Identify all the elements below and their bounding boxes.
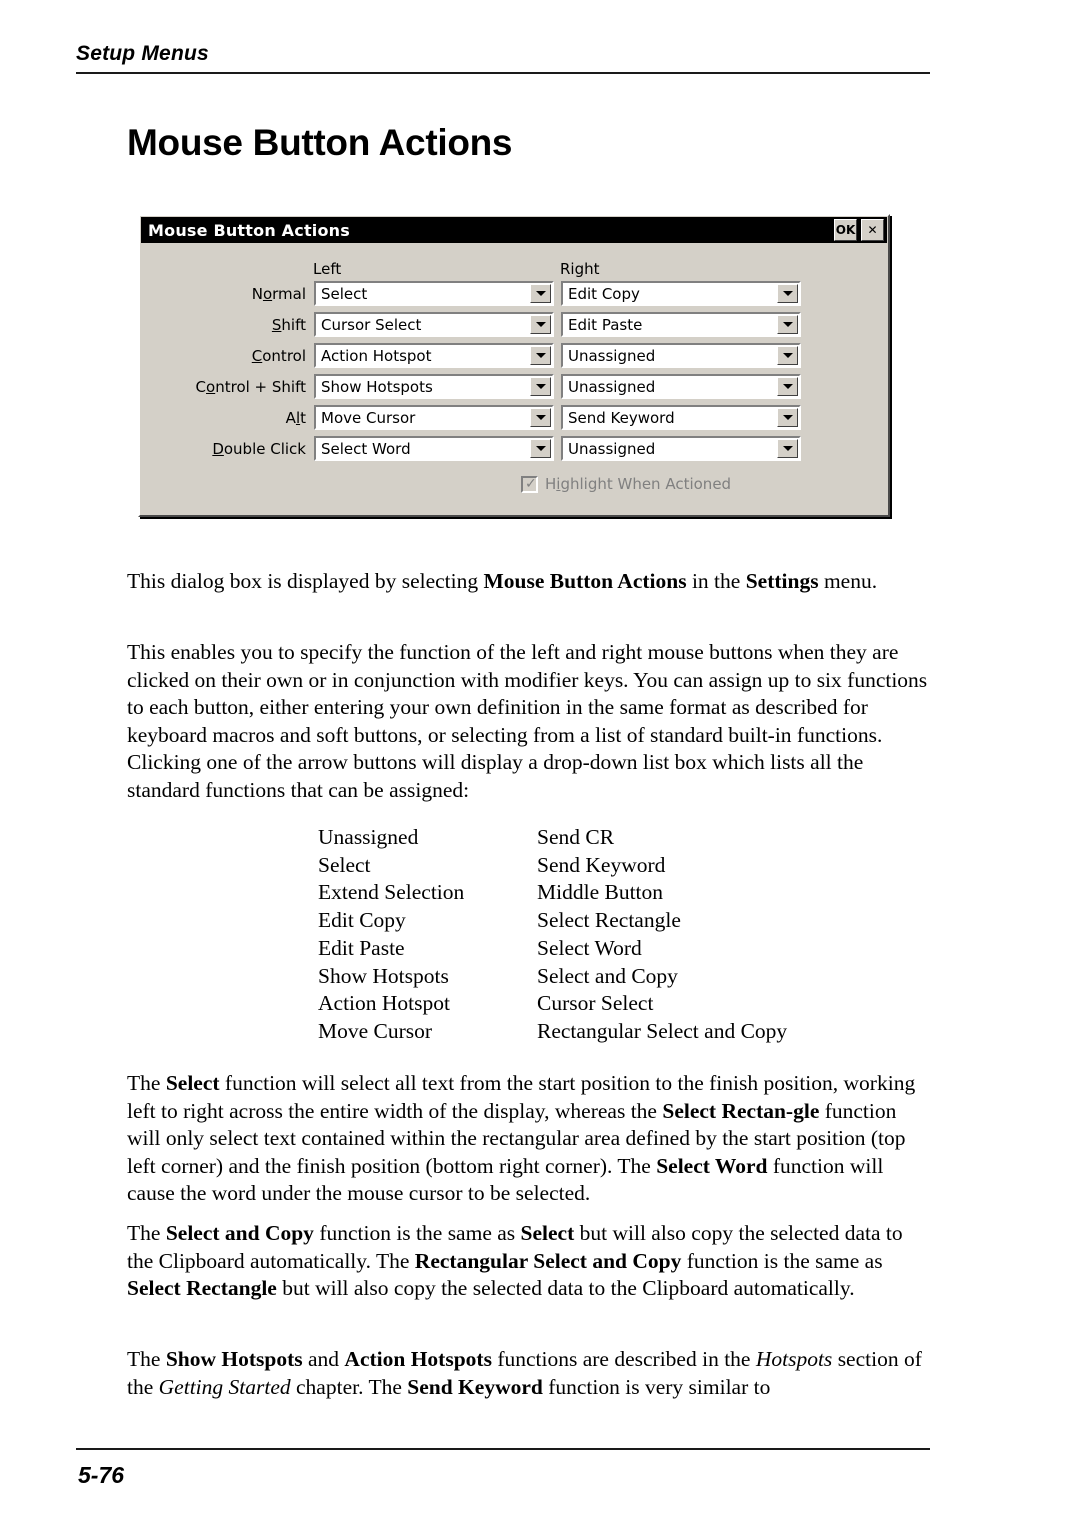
form-row-shift: Shift Cursor Select Edit Paste [158, 312, 870, 337]
highlight-when-actioned-checkbox[interactable]: ✓ [521, 475, 538, 493]
combo-control-right-value: Unassigned [568, 346, 656, 365]
form-row-normal: Normal Select Edit Copy [158, 281, 870, 306]
chevron-down-icon[interactable] [777, 408, 798, 427]
page-number: 5-76 [78, 1462, 125, 1488]
list-item: Show Hotspots Select and Copy [318, 963, 878, 991]
chevron-down-icon[interactable] [777, 284, 798, 303]
function-name-left: Edit Copy [318, 908, 406, 933]
combo-shift-left-value: Cursor Select [321, 315, 422, 334]
function-name-right: Cursor Select [537, 991, 654, 1016]
list-item: Move Cursor Rectangular Select and Copy [318, 1018, 878, 1046]
paragraph-select-function: The Select function will select all text… [127, 1071, 916, 1205]
chevron-down-icon[interactable] [777, 315, 798, 334]
combo-normal-left[interactable]: Select [314, 281, 554, 306]
row-label-control: Control [251, 346, 306, 365]
function-name-left: Select [318, 852, 371, 877]
row-label-shift: Shift [271, 315, 306, 334]
combo-control-left-value: Action Hotspot [321, 346, 432, 365]
chevron-down-icon[interactable] [530, 377, 551, 396]
mouse-button-actions-dialog: Mouse Button Actions OK ✕ Left Right Nor… [138, 214, 890, 517]
combo-shift-left[interactable]: Cursor Select [314, 312, 554, 337]
highlight-when-actioned-row[interactable]: ✓ Highlight When Actioned [521, 475, 870, 493]
function-name-right: Rectangular Select and Copy [537, 1018, 788, 1043]
ok-button[interactable]: OK [834, 219, 857, 241]
combo-double-click-right-value: Unassigned [568, 439, 656, 458]
dialog-body: Left Right Normal Select Edit Copy Shift [140, 244, 888, 515]
combo-control-left[interactable]: Action Hotspot [314, 343, 554, 368]
close-icon[interactable]: ✕ [861, 219, 884, 241]
list-item: Select Send Keyword [318, 852, 878, 880]
chevron-down-icon[interactable] [530, 346, 551, 365]
combo-normal-right[interactable]: Edit Copy [561, 281, 801, 306]
combo-control-shift-left[interactable]: Show Hotspots [314, 374, 554, 399]
header-rule [76, 72, 930, 74]
function-name-right: Select and Copy [537, 963, 678, 988]
function-name-left: Move Cursor [318, 1018, 433, 1043]
combo-control-shift-left-value: Show Hotspots [321, 377, 433, 396]
function-name-right: Send Keyword [537, 852, 666, 877]
chevron-down-icon[interactable] [777, 377, 798, 396]
check-icon: ✓ [525, 475, 537, 492]
running-header: Setup Menus [76, 42, 930, 74]
form-row-control: Control Action Hotspot Unassigned [158, 343, 870, 368]
combo-double-click-right[interactable]: Unassigned [561, 436, 801, 461]
dialog-title: Mouse Button Actions [148, 220, 350, 240]
paragraph-description: This enables you to specify the function… [127, 640, 928, 802]
highlight-when-actioned-label: Highlight When Actioned [545, 475, 732, 493]
function-name-right: Send CR [537, 825, 615, 849]
combo-alt-right-value: Send Keyword [568, 408, 675, 427]
chevron-down-icon[interactable] [530, 408, 551, 427]
chevron-down-icon[interactable] [777, 346, 798, 365]
row-label-alt: Alt [285, 408, 306, 427]
combo-alt-right[interactable]: Send Keyword [561, 405, 801, 430]
paragraph-select-and-copy: The Select and Copy function is the same… [127, 1221, 903, 1300]
row-label-double-click: Double Click [212, 439, 306, 458]
paragraph-hotspots: The Show Hotspots and Action Hotspots fu… [127, 1347, 922, 1399]
document-page: Setup Menus Mouse Button Actions Mouse B… [0, 0, 1080, 1529]
row-label-normal: Normal [251, 284, 306, 303]
function-name-left: Extend Selection [318, 880, 465, 905]
combo-control-right[interactable]: Unassigned [561, 343, 801, 368]
form-row-double-click: Double Click Select Word Unassigned [158, 436, 870, 461]
list-item: Action Hotspot Cursor Select [318, 990, 878, 1018]
combo-control-shift-right[interactable]: Unassigned [561, 374, 801, 399]
column-header-right: Right [560, 260, 600, 278]
chevron-down-icon[interactable] [777, 439, 798, 458]
page-title: Mouse Button Actions [127, 122, 513, 163]
function-name-left: Unassigned [318, 825, 419, 849]
list-item: Unassigned Send CR [318, 824, 878, 852]
dialog-titlebar: Mouse Button Actions OK ✕ [141, 217, 887, 243]
function-name-left: Action Hotspot [318, 991, 450, 1016]
chevron-down-icon[interactable] [530, 284, 551, 303]
column-headers: Left Right [313, 260, 870, 278]
list-item: Edit Paste Select Word [318, 935, 878, 963]
function-name-right: Middle Button [537, 880, 664, 905]
combo-shift-right[interactable]: Edit Paste [561, 312, 801, 337]
column-header-left: Left [313, 260, 342, 278]
form-row-alt: Alt Move Cursor Send Keyword [158, 405, 870, 430]
function-list: Unassigned Send CR Select Send Keyword Ext… [318, 824, 878, 1046]
list-item: Edit Copy Select Rectangle [318, 907, 878, 935]
combo-normal-left-value: Select [321, 284, 368, 303]
combo-control-shift-right-value: Unassigned [568, 377, 656, 396]
row-label-control-shift: Control + Shift [195, 377, 306, 396]
combo-shift-right-value: Edit Paste [568, 315, 643, 334]
footer-rule [76, 1448, 930, 1450]
chevron-down-icon[interactable] [530, 439, 551, 458]
combo-normal-right-value: Edit Copy [568, 284, 640, 303]
function-name-left: Edit Paste [318, 935, 405, 960]
function-name-right: Select Rectangle [537, 908, 681, 933]
chevron-down-icon[interactable] [530, 315, 551, 334]
function-name-right: Select Word [537, 935, 642, 960]
paragraph-intro: This dialog box is displayed by selectin… [127, 569, 878, 593]
combo-double-click-left-value: Select Word [321, 439, 411, 458]
combo-double-click-left[interactable]: Select Word [314, 436, 554, 461]
combo-alt-left-value: Move Cursor [321, 408, 416, 427]
function-name-left: Show Hotspots [318, 963, 449, 988]
list-item: Extend Selection Middle Button [318, 879, 878, 907]
form-row-control-shift: Control + Shift Show Hotspots Unassigned [158, 374, 870, 399]
combo-alt-left[interactable]: Move Cursor [314, 405, 554, 430]
running-header-title: Setup Menus [76, 42, 209, 65]
